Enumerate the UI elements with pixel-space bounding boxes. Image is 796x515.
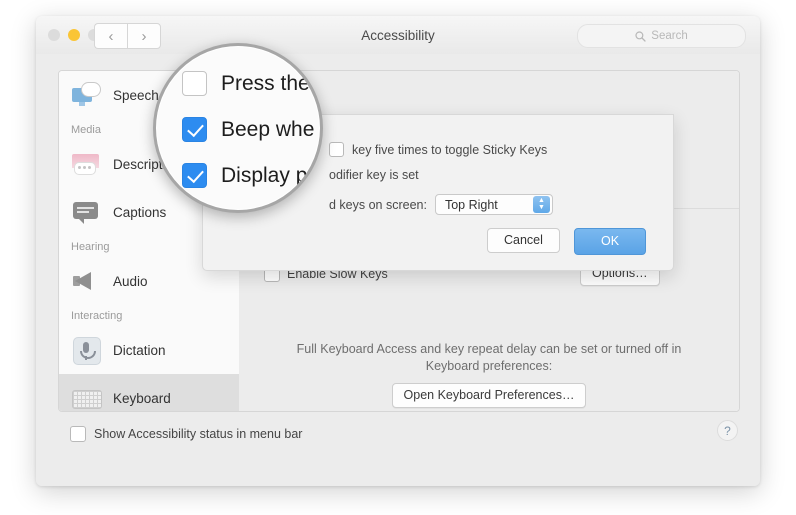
screenshot-root: ‹ › Accessibility Search Speech Media De…: [0, 0, 796, 515]
sidebar-item-dictation[interactable]: Dictation: [59, 326, 239, 374]
descriptions-icon: [71, 149, 101, 179]
sheet-row-display-keys[interactable]: d keys on screen: Top Right ▲ ▼: [329, 194, 553, 215]
sidebar-item-keyboard[interactable]: Keyboard: [59, 374, 239, 411]
keyboard-prefs-note: Full Keyboard Access and key repeat dela…: [239, 341, 739, 408]
display-position-value: Top Right: [444, 197, 498, 212]
sidebar-group-label: Hearing: [71, 241, 110, 253]
audio-icon: [71, 266, 101, 296]
beep-modifier-label: odifier key is set: [329, 168, 419, 182]
search-placeholder: Search: [651, 30, 688, 42]
sidebar-group-label: Media: [71, 124, 101, 136]
magnified-checkbox-unchecked[interactable]: [182, 71, 207, 96]
show-status-row[interactable]: Show Accessibility status in menu bar: [70, 426, 302, 442]
sheet-cancel-button[interactable]: Cancel: [487, 228, 560, 253]
sidebar-group-interacting: Interacting: [59, 305, 239, 326]
speech-icon: [71, 80, 101, 110]
magnified-label: Beep whe: [221, 117, 315, 141]
show-status-label: Show Accessibility status in menu bar: [94, 427, 303, 441]
magnified-row-beep-when[interactable]: Beep whe: [182, 117, 314, 142]
magnified-checkbox-checked[interactable]: [182, 117, 207, 142]
dictation-icon: [71, 335, 101, 365]
show-status-checkbox[interactable]: [70, 426, 86, 442]
shift-toggle-label: key five times to toggle Sticky Keys: [352, 142, 548, 157]
sidebar-item-label: Captions: [113, 204, 167, 220]
display-position-popup[interactable]: Top Right ▲ ▼: [434, 194, 553, 215]
sidebar-item-label: Audio: [113, 273, 148, 289]
sidebar-group-label: Interacting: [71, 310, 123, 322]
magnified-row-display-pressed[interactable]: Display p: [182, 163, 307, 188]
magnified-label: Press the: [221, 71, 310, 95]
accessibility-preferences-window: ‹ › Accessibility Search Speech Media De…: [36, 16, 760, 486]
magnified-checkbox-checked[interactable]: [182, 163, 207, 188]
sidebar-item-label: Keyboard: [113, 390, 171, 406]
keyboard-icon: [71, 383, 102, 411]
search-input[interactable]: Search: [577, 24, 746, 48]
open-keyboard-preferences-button[interactable]: Open Keyboard Preferences…: [391, 383, 587, 408]
display-keys-label: d keys on screen:: [329, 197, 427, 212]
footer-note-line-2: Keyboard preferences:: [425, 359, 553, 373]
sheet-row-shift-toggle[interactable]: key five times to toggle Sticky Keys: [329, 142, 547, 157]
search-icon: [635, 30, 646, 42]
window-titlebar: ‹ › Accessibility Search: [36, 16, 760, 55]
sidebar-item-label: Speech: [113, 87, 159, 103]
magnified-label: Display p: [221, 163, 308, 187]
preferences-body: Speech Media Descriptions Captions Heari…: [36, 54, 760, 486]
magnified-row-press-the[interactable]: Press the: [182, 71, 310, 96]
footer-note-line-1: Full Keyboard Access and key repeat dela…: [296, 342, 682, 356]
shift-toggle-checkbox[interactable]: [329, 142, 344, 157]
magnifier-lens: Press the Beep whe Display p: [153, 43, 323, 213]
sidebar-item-label: Dictation: [113, 342, 166, 358]
help-button[interactable]: ?: [717, 420, 738, 441]
chevron-updown-icon: ▲ ▼: [532, 196, 550, 213]
sheet-row-beep-modifier[interactable]: odifier key is set: [329, 168, 419, 182]
sheet-ok-button[interactable]: OK: [574, 228, 647, 255]
captions-icon: [71, 197, 101, 227]
